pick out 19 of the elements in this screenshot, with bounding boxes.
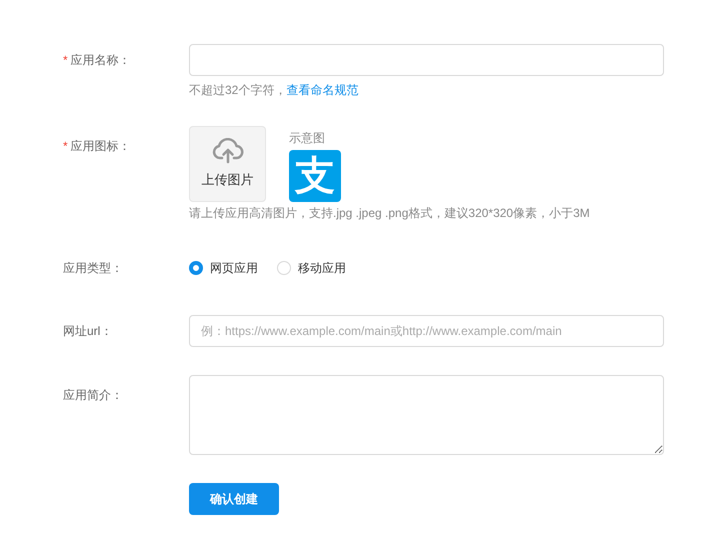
required-asterisk: * bbox=[63, 52, 68, 69]
field-label: 应用类型： bbox=[63, 260, 123, 277]
field-label: 应用简介： bbox=[63, 387, 123, 404]
sample-label: 示意图 bbox=[289, 130, 326, 146]
required-asterisk: * bbox=[63, 138, 68, 155]
cloud-upload-icon bbox=[212, 138, 244, 164]
upload-button[interactable]: 上传图片 bbox=[189, 126, 266, 202]
description-text-area[interactable] bbox=[189, 375, 664, 455]
field-label: 网址url： bbox=[63, 323, 112, 340]
radio-button[interactable] bbox=[189, 261, 203, 275]
app-logo: 支 bbox=[289, 150, 341, 202]
name-input-field[interactable] bbox=[189, 44, 664, 76]
radio-option[interactable]: 移动应用 bbox=[277, 259, 346, 277]
field-label: 应用名称： bbox=[70, 52, 131, 69]
hint-text: 请上传应用高清图片，支持.jpg .jpeg .png格式，建议320*320像素，小于3M bbox=[189, 205, 591, 222]
radio-option[interactable]: 网页应用 bbox=[189, 259, 258, 277]
url-input-field[interactable]: 例：https://www.example.com/main或http://www.example.com/main bbox=[189, 315, 664, 347]
field-label: 应用图标： bbox=[70, 138, 131, 155]
hint-text: 不超过32个字符，查看命名规范 bbox=[189, 82, 360, 99]
